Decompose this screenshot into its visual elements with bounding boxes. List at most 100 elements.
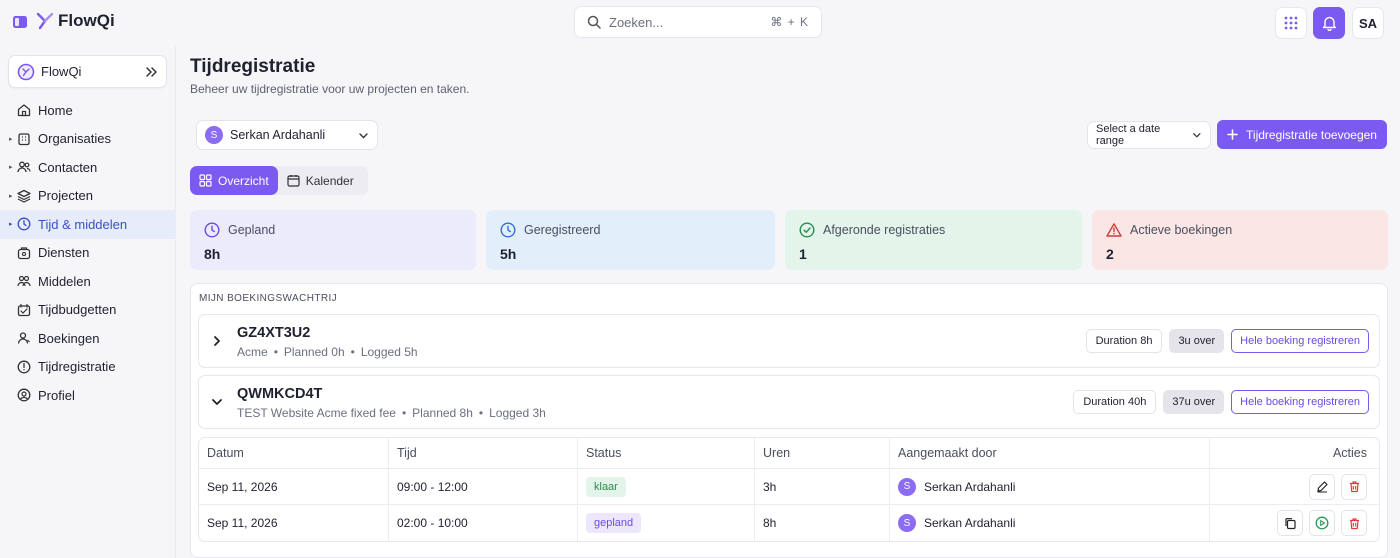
collapse-sidebar-icon[interactable] [144, 65, 158, 79]
profile-icon [17, 388, 31, 402]
sidebar-item-label: Contacten [38, 159, 98, 175]
date-range-picker[interactable]: Select a date range [1087, 121, 1211, 149]
sidebar-item-home[interactable]: Home [0, 96, 176, 125]
building-icon [18, 133, 30, 145]
column-header: Status [578, 438, 755, 468]
duration-badge: Duration 40h [1073, 390, 1157, 414]
chevron-right-icon[interactable] [211, 335, 223, 347]
stat-card-afgeronde-registraties: Afgeronde registraties 1 [785, 210, 1082, 270]
column-header: Aangemaakt door [890, 438, 1210, 468]
brand-logo[interactable]: FlowQi [36, 11, 115, 31]
column-header: Acties [1332, 446, 1367, 460]
notifications-button[interactable] [1313, 7, 1345, 39]
sidebar-item-tijdregistratie[interactable]: Tijdregistratie [0, 353, 176, 382]
bullet-separator: • [401, 406, 407, 420]
booking-meta: Acme • Planned 0h • Logged 5h [237, 345, 418, 359]
copy-button[interactable] [1277, 510, 1303, 536]
page-title: Tijdregistratie [190, 56, 316, 77]
booking-client: TEST Website Acme fixed fee [237, 406, 396, 420]
sidebar-item-diensten[interactable]: Diensten [0, 239, 176, 268]
services-icon [17, 247, 31, 259]
cell-status: gepland [578, 505, 755, 541]
delete-button[interactable] [1341, 473, 1367, 500]
tab-overzicht[interactable]: Overzicht [190, 166, 278, 195]
tab-label: Overzicht [218, 173, 269, 188]
play-circle-icon [1315, 516, 1329, 530]
clock-icon [17, 217, 31, 231]
tab-kalender[interactable]: Kalender [278, 166, 363, 195]
expand-caret-icon[interactable]: ▸ [9, 163, 13, 171]
chevron-down-icon[interactable] [211, 396, 223, 408]
sidebar-item-profiel[interactable]: Profiel [0, 381, 176, 410]
column-header: Tijd [389, 438, 578, 468]
search-placeholder: Zoeken... [609, 14, 664, 30]
sidebar-item-boekingen[interactable]: Boekingen [0, 324, 176, 353]
sidebar-item-label: Middelen [38, 273, 91, 289]
org-switcher[interactable]: FlowQi [8, 55, 167, 88]
apps-button[interactable] [1275, 7, 1307, 39]
expand-caret-icon[interactable]: ▸ [9, 192, 13, 200]
budget-icon [17, 303, 31, 316]
expand-caret-icon[interactable]: ▸ [9, 135, 13, 143]
delete-button[interactable] [1341, 510, 1367, 536]
booking-card[interactable]: QWMKCD4T TEST Website Acme fixed fee • P… [198, 375, 1380, 429]
check-circle-icon [799, 222, 815, 238]
table-header-row: Datum Tijd Status Uren Aangemaakt door A… [199, 438, 1379, 469]
booking-planned: Planned 0h [283, 345, 345, 359]
stat-value: 5h [500, 246, 517, 262]
booking-code: GZ4XT3U2 [237, 325, 311, 341]
cell-time: 02:00 - 10:00 [389, 505, 578, 541]
main-content: Tijdregistratie Beheer uw tijdregistrati… [176, 46, 1400, 558]
expand-caret-icon[interactable]: ▸ [9, 220, 13, 228]
stat-card-gepland: Gepland 8h [190, 210, 476, 270]
sidebar-item-tijd-middelen[interactable]: ▸ Tijd & middelen [0, 210, 176, 239]
clock-icon [204, 222, 220, 238]
sidebar-item-middelen[interactable]: Middelen [0, 267, 176, 296]
booking-client: Acme [237, 345, 268, 359]
sidebar-item-projecten[interactable]: ▸ Projecten [0, 182, 176, 211]
sidebar-item-label: Tijd & middelen [38, 216, 128, 232]
sidebar-item-label: Tijdregistratie [38, 359, 116, 375]
add-time-entry-button[interactable]: Tijdregistratie toevoegen [1217, 120, 1387, 149]
booking-icon [17, 332, 30, 344]
date-range-label: Select a date range [1096, 123, 1161, 147]
creator-name: Serkan Ardahanli [924, 479, 1016, 494]
sidebar-item-label: Organisaties [38, 131, 111, 147]
search-input[interactable]: Zoeken... ⌘ + K [574, 6, 822, 38]
cell-hours: 3h [755, 469, 890, 504]
trash-icon [1349, 517, 1359, 529]
bullet-separator: • [273, 345, 278, 359]
status-badge: gepland [586, 513, 642, 533]
stat-label: Afgeronde registraties [823, 223, 946, 237]
sidebar-item-label: Projecten [38, 188, 93, 204]
stat-label: Geregistreerd [524, 223, 601, 237]
sidebar-item-contacten[interactable]: ▸ Contacten [0, 153, 176, 182]
timer-icon [17, 360, 31, 374]
sidebar-item-tijdbudgetten[interactable]: Tijdbudgetten [0, 296, 176, 325]
user-avatar[interactable]: SA [1352, 7, 1384, 39]
column-header: Uren [755, 438, 890, 468]
user-filter-select[interactable]: S Serkan Ardahanli [196, 120, 378, 150]
booking-card[interactable]: GZ4XT3U2 Acme • Planned 0h • Logged 5h D… [198, 314, 1380, 368]
start-button[interactable] [1309, 510, 1335, 536]
home-icon [17, 104, 31, 117]
register-booking-button[interactable]: Hele boeking registreren [1231, 329, 1369, 353]
sidebar-toggle-icon[interactable] [12, 14, 28, 30]
sidebar-item-organisaties[interactable]: ▸ Organisaties [0, 125, 176, 154]
sidebar-item-label: Profiel [38, 387, 75, 403]
edit-button[interactable] [1309, 473, 1335, 500]
selected-user-name: Serkan Ardahanli [230, 128, 326, 142]
register-booking-button[interactable]: Hele boeking registreren [1231, 390, 1369, 414]
flowqi-logo-icon [36, 12, 54, 30]
booking-logged: Logged 3h [489, 406, 546, 420]
brand-name: FlowQi [58, 11, 115, 30]
remaining-badge: 3u over [1169, 329, 1225, 353]
page-subtitle: Beheer uw tijdregistratie voor uw projec… [190, 82, 470, 96]
cell-status: klaar [578, 469, 755, 504]
users-icon [17, 161, 31, 173]
stat-label: Actieve boekingen [1130, 223, 1233, 237]
avatar: S [205, 126, 223, 144]
copy-icon [1284, 517, 1296, 529]
creator-name: Serkan Ardahanli [924, 516, 1016, 530]
avatar: S [898, 514, 916, 532]
